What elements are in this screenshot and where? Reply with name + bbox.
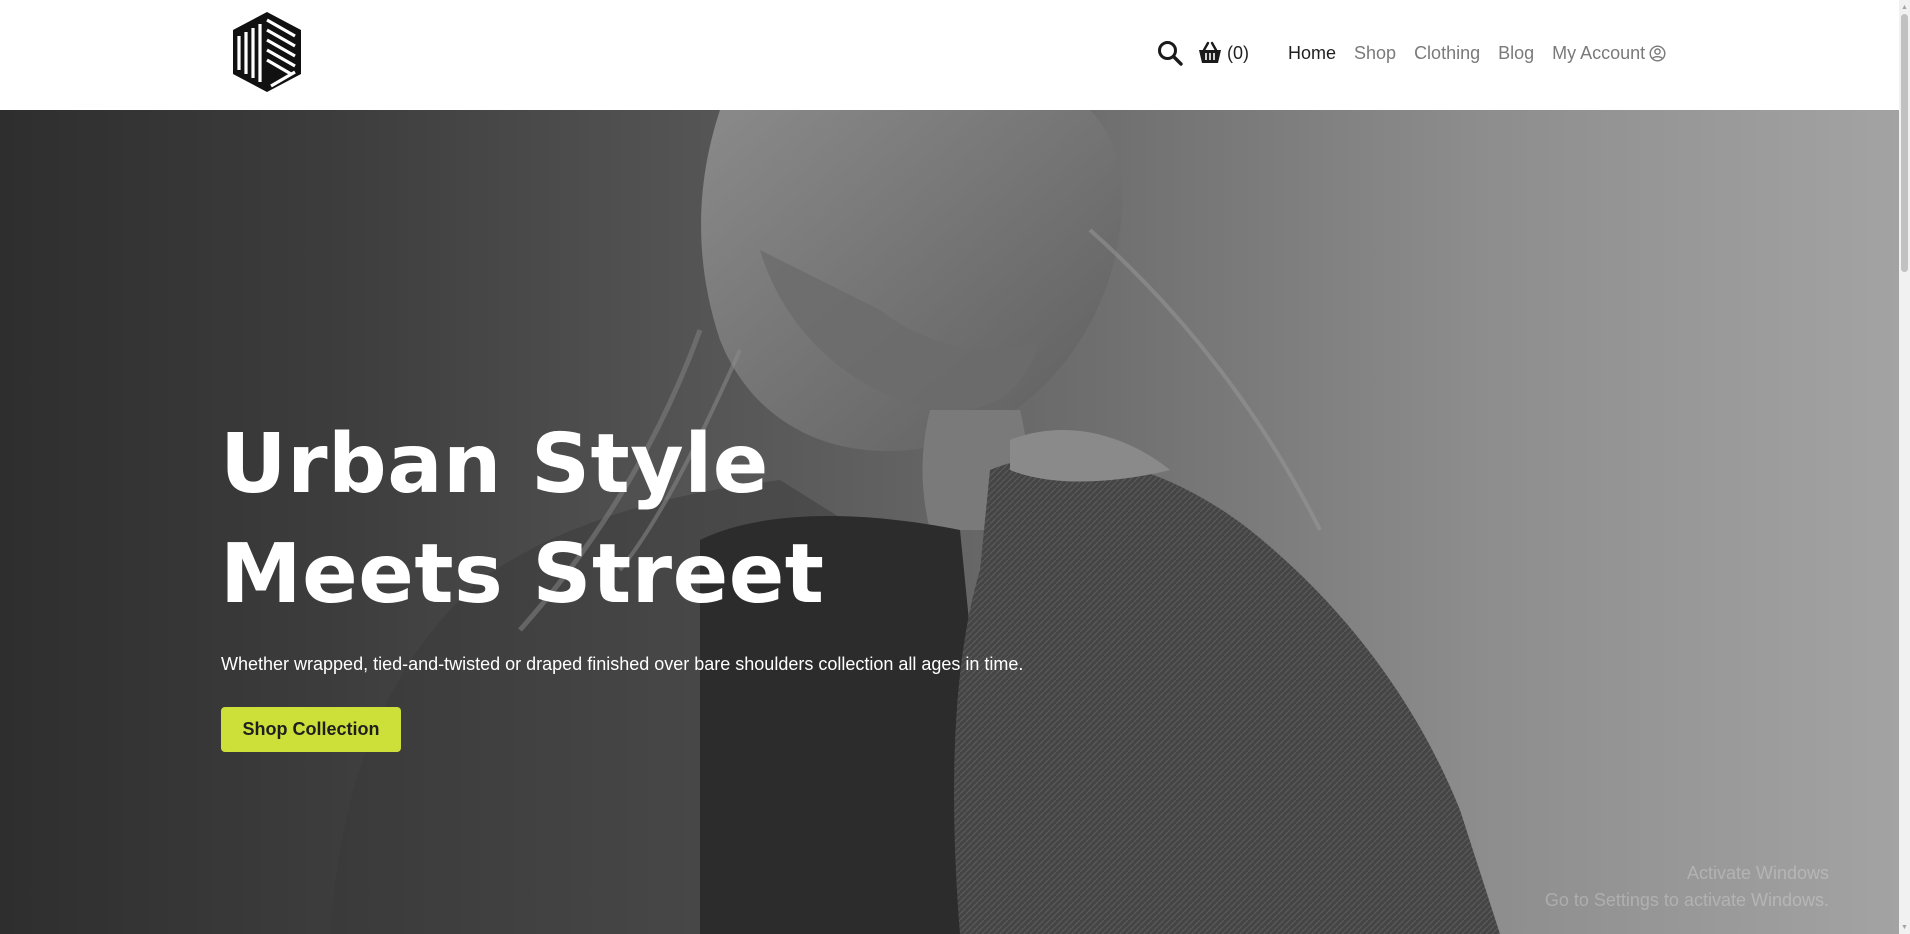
watermark-line2: Go to Settings to activate Windows. — [1544, 890, 1829, 910]
scroll-up-arrow-icon[interactable]: ▲ — [1899, 0, 1910, 14]
search-icon — [1158, 41, 1183, 66]
basket-icon — [1199, 41, 1221, 63]
watermark-line1: Activate Windows — [1686, 863, 1829, 883]
page: (0) Home Shop Clothing Blog My Account U… — [0, 0, 1910, 934]
hero-subtitle: Whether wrapped, tied-and-twisted or dra… — [221, 654, 1024, 674]
page-scrollbar[interactable]: ▲ ▼ — [1899, 0, 1910, 934]
main-nav: Home Shop Clothing Blog My Account — [1288, 40, 1666, 66]
nav-home[interactable]: Home — [1288, 43, 1336, 64]
nav-my-account-label: My Account — [1552, 42, 1646, 63]
cart-count: (0) — [1227, 42, 1249, 63]
scroll-down-arrow-icon[interactable]: ▼ — [1899, 920, 1910, 934]
brand-cube-logo-icon — [233, 12, 301, 92]
hero-banner: Urban Style Meets Street Whether wrapped… — [0, 110, 1899, 934]
hero-title-line1: Urban Style — [220, 417, 769, 512]
nav-shop[interactable]: Shop — [1354, 43, 1396, 64]
windows-activation-watermark: Activate Windows Go to Settings to activ… — [1545, 860, 1829, 914]
user-circle-icon — [1649, 44, 1666, 62]
site-header: (0) Home Shop Clothing Blog My Account — [0, 0, 1899, 110]
hero-title-line2: Meets Street — [220, 527, 825, 622]
nav-blog[interactable]: Blog — [1498, 43, 1534, 64]
shop-collection-button[interactable]: Shop Collection — [221, 707, 401, 752]
nav-my-account[interactable]: My Account — [1552, 43, 1666, 64]
cart-button[interactable]: (0) — [1197, 41, 1249, 65]
search-button[interactable] — [1155, 38, 1185, 68]
scrollbar-thumb[interactable] — [1901, 14, 1908, 272]
header-icons: (0) — [1155, 38, 1249, 68]
hero-title: Urban Style Meets Street — [220, 410, 825, 630]
brand-logo[interactable] — [231, 10, 303, 94]
nav-clothing[interactable]: Clothing — [1414, 43, 1480, 64]
